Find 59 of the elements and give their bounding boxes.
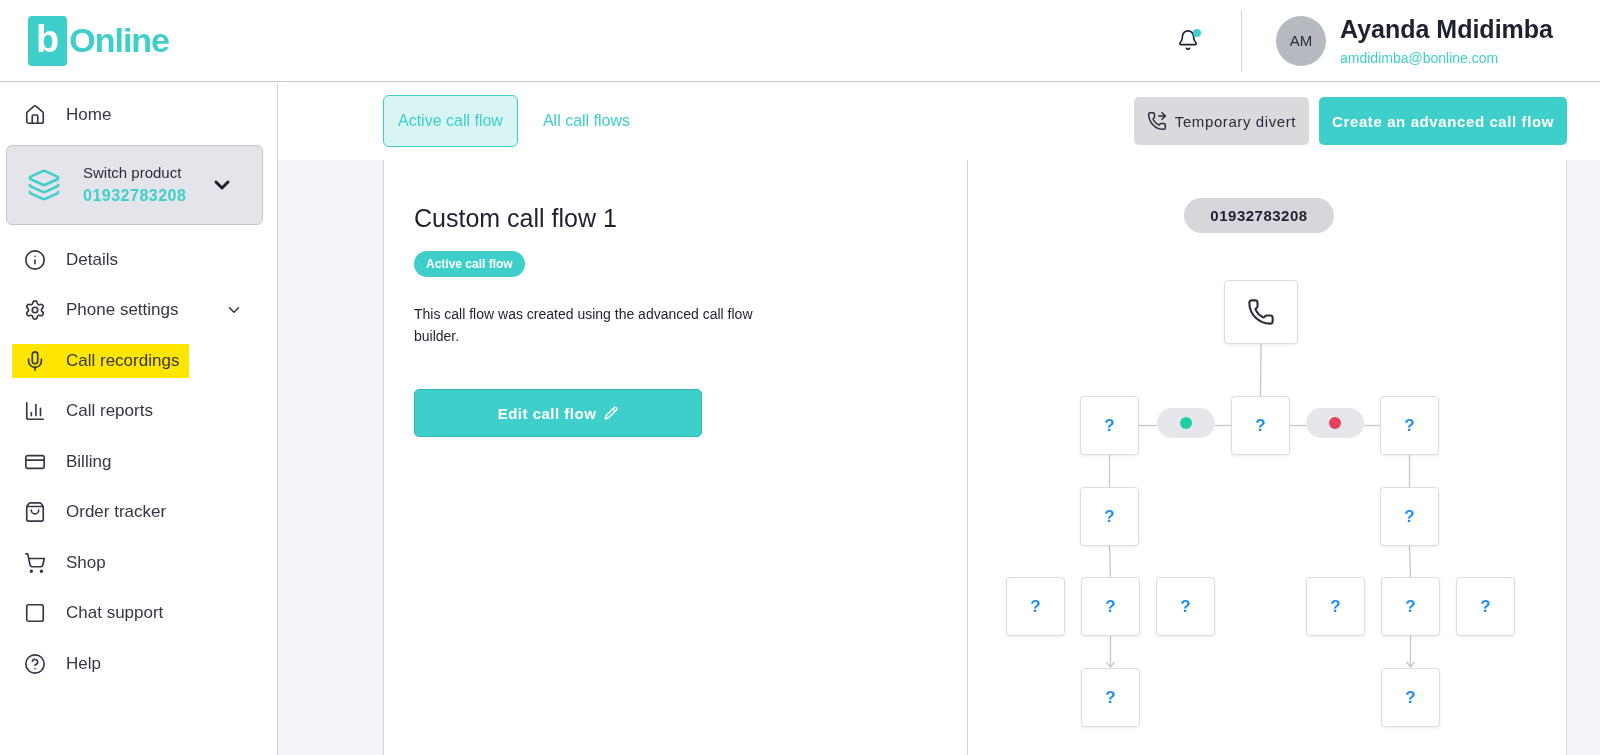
phone-node[interactable] — [1224, 280, 1298, 344]
sidebar-link[interactable]: Call reports — [24, 394, 163, 429]
sidebar-link[interactable]: Call recordings — [12, 343, 190, 378]
flow-node[interactable]: ? — [1456, 577, 1515, 636]
notification-icon[interactable] — [1177, 28, 1201, 53]
bag-icon — [24, 501, 46, 524]
tab[interactable]: All call flows — [527, 95, 646, 147]
connector-line — [1408, 545, 1412, 578]
sidebar-link[interactable]: Home — [24, 98, 122, 133]
sidebar-link[interactable]: Chat support — [24, 596, 174, 631]
connector-line — [1108, 545, 1112, 578]
logo[interactable]: b Online — [28, 15, 169, 66]
flow-node[interactable]: ? — [1081, 577, 1140, 636]
connector-line — [1408, 454, 1411, 488]
switch-product-label: Switch product — [83, 164, 183, 181]
flow-node[interactable]: ? — [1380, 487, 1439, 546]
sidebar-link[interactable]: Details — [24, 242, 128, 277]
condition-pill[interactable] — [1306, 408, 1364, 438]
user-name: Ayanda Mdidimba — [1340, 15, 1554, 44]
flow-node[interactable]: ? — [1231, 396, 1290, 455]
connector-line — [1259, 343, 1262, 397]
sidebar-link[interactable]: Help — [24, 646, 111, 681]
sidebar-link[interactable]: Order tracker — [24, 495, 177, 530]
connector-arrow — [1405, 635, 1416, 669]
flow-description: This call flow was created using the advanced call flow builder. — [414, 305, 754, 346]
cart-icon — [24, 551, 46, 574]
flow-node[interactable]: ? — [1081, 668, 1140, 727]
connector-arrow — [1105, 635, 1116, 669]
home-icon — [24, 104, 46, 127]
status-badge: Active call flow — [414, 251, 525, 277]
flow-node[interactable]: ? — [1156, 577, 1215, 636]
chart-icon — [24, 400, 46, 423]
sidebar-link[interactable]: Billing — [24, 444, 122, 479]
layers-icon — [27, 167, 61, 202]
connector-line — [1108, 454, 1111, 488]
help-icon — [24, 652, 46, 675]
avatar[interactable]: AM — [1276, 15, 1326, 66]
edit-button[interactable]: Edit call flow — [414, 389, 702, 437]
sidebar-link[interactable]: Phone settings — [24, 293, 189, 328]
flow-title: Custom call flow 1 — [414, 204, 617, 233]
flow-node[interactable]: ? — [1306, 577, 1365, 636]
gear-icon — [24, 299, 46, 322]
user-email: amdidimba@bonline.com — [1340, 50, 1500, 66]
sidebar-link[interactable]: Shop — [24, 545, 116, 580]
product-number: 01932783208 — [83, 187, 188, 205]
phone-number-pill: 01932783208 — [1184, 198, 1334, 233]
phone-icon — [1247, 298, 1275, 326]
info-icon — [24, 248, 46, 271]
create-button[interactable]: Create an advanced call flow — [1319, 97, 1567, 145]
divert-button[interactable]: Temporary divert — [1133, 97, 1310, 145]
phone-forward-icon — [1146, 111, 1167, 131]
flow-node[interactable]: ? — [1080, 487, 1139, 546]
pencil-icon — [604, 406, 619, 420]
flow-node[interactable]: ? — [1381, 668, 1440, 727]
flow-node[interactable]: ? — [1006, 577, 1065, 636]
flow-node[interactable]: ? — [1381, 577, 1440, 636]
switch-product-button[interactable]: Switch product 01932783208 — [6, 144, 263, 225]
flow-node[interactable]: ? — [1080, 396, 1139, 455]
flow-node[interactable]: ? — [1380, 396, 1439, 455]
